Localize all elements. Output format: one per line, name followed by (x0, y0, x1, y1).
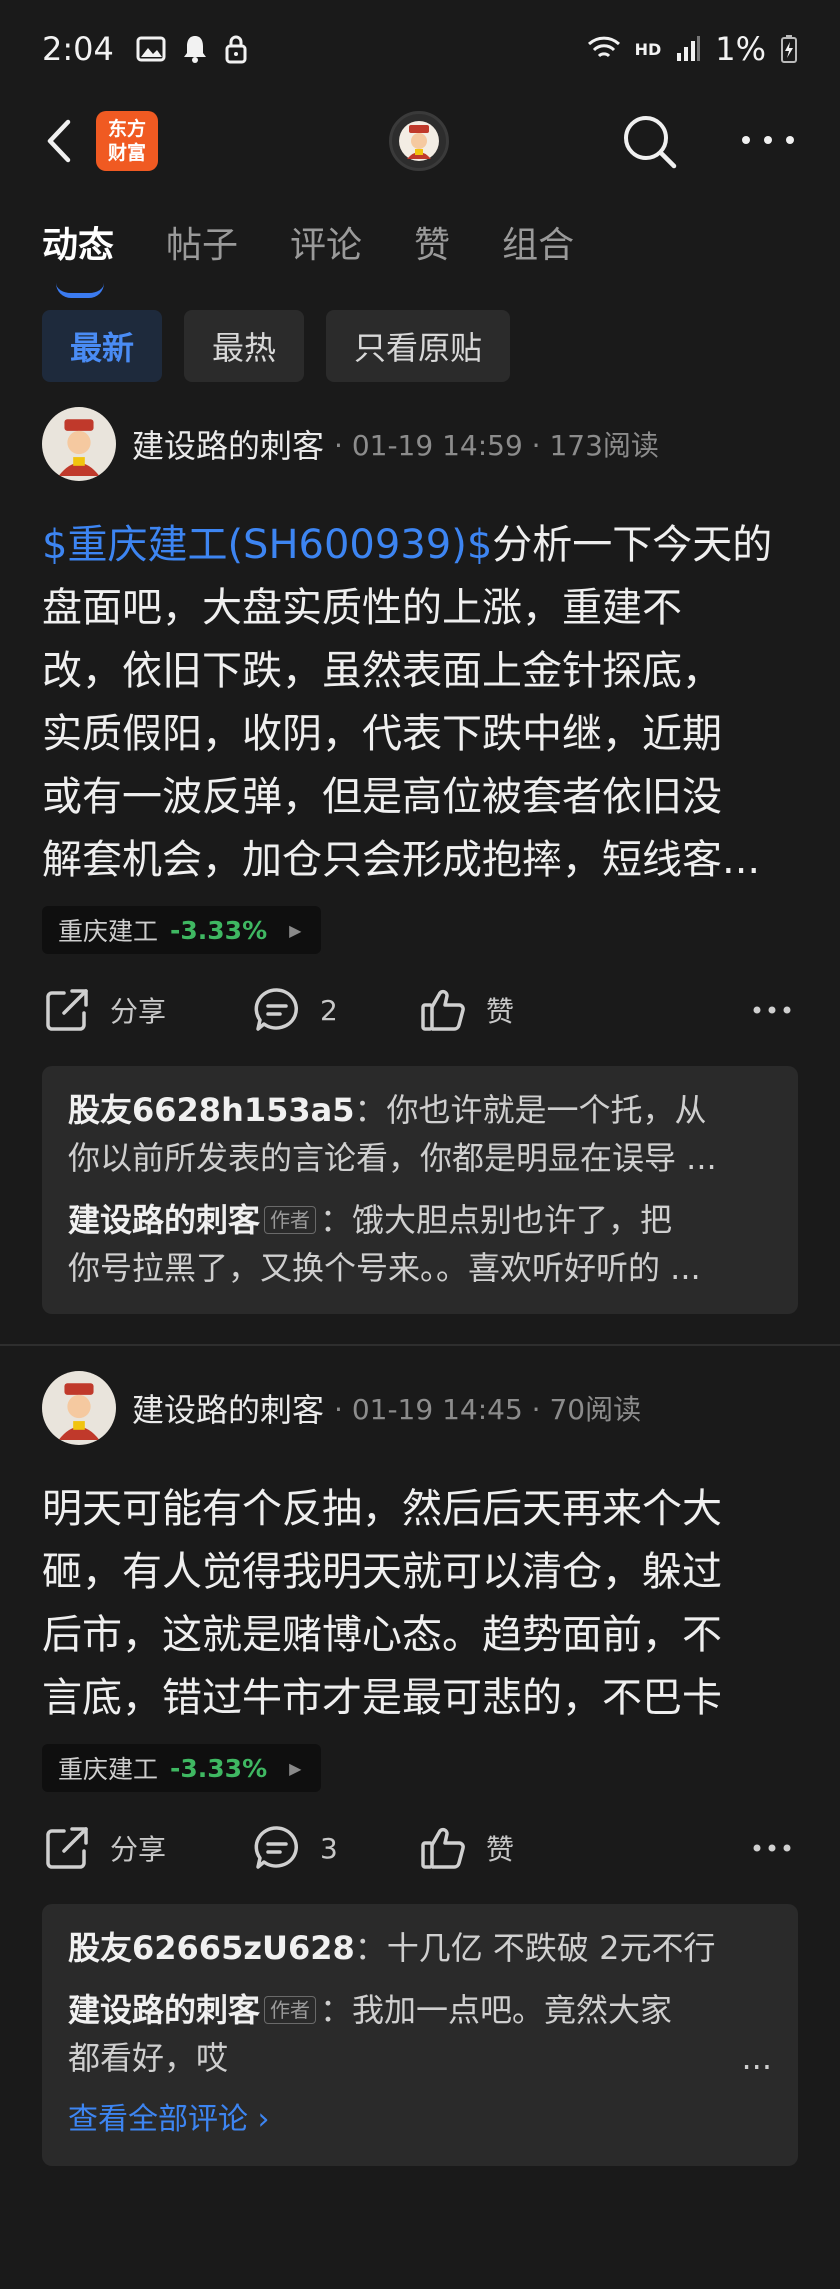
search-icon[interactable] (620, 112, 680, 172)
tab-activity[interactable]: 动态 (42, 216, 114, 298)
comment-button[interactable]: 2 (252, 985, 338, 1035)
avatar[interactable] (42, 407, 116, 481)
post-divider (0, 1344, 840, 1346)
avatar[interactable] (42, 1371, 116, 1445)
stock-tag[interactable]: 重庆建工 -3.33% ▶ (42, 906, 322, 954)
filter-hot[interactable]: 最热 (184, 310, 305, 382)
thumbs-up-icon (421, 1827, 465, 1869)
filter-latest[interactable]: 最新 (42, 310, 163, 382)
post-meta: · 01-19 14:59 · 173阅读 (334, 429, 659, 462)
more-horizontal-icon (753, 1006, 791, 1014)
author-name[interactable]: 建设路的刺客 (132, 421, 324, 467)
gallery-icon (136, 36, 166, 62)
post-card[interactable]: 建设路的刺客 · 01-19 14:59 · 173阅读 $重庆建工(SH600… (0, 402, 840, 1314)
profile-tabs: 动态 帖子 评论 赞 组合 (0, 184, 840, 300)
post-actions: 分享 2 赞 (42, 954, 798, 1066)
stock-tag-change: -3.33% (170, 1753, 268, 1783)
filter-chips: 最新 最热 只看原贴 (0, 310, 840, 382)
share-button[interactable]: 分享 (42, 1823, 166, 1873)
post-more-button[interactable] (752, 1004, 792, 1016)
post-header: 建设路的刺客 · 01-19 14:45 · 70阅读 (42, 1366, 798, 1450)
fortune-god-avatar-icon (58, 1383, 100, 1440)
comment-item[interactable]: 建设路的刺客 作者 ：我加一点吧。竟然大家 都看好，哎 ... (68, 1986, 772, 2082)
stock-tag-name: 重庆建工 (58, 1755, 159, 1784)
like-button[interactable]: 赞 (418, 985, 514, 1035)
author-name[interactable]: 建设路的刺客 (132, 1385, 324, 1431)
like-button[interactable]: 赞 (418, 1823, 514, 1873)
commenter-name[interactable]: 股友62665zU628 (68, 1929, 355, 1967)
filter-original-only[interactable]: 只看原贴 (326, 310, 511, 382)
comment-truncation: ... (741, 2039, 772, 2077)
commenter-name[interactable]: 建设路的刺客 (68, 1201, 260, 1239)
profile-avatar[interactable] (389, 111, 449, 171)
comment-item[interactable]: 建设路的刺客 作者 ：饿大胆点别也许了，把 你号拉黑了，又换个号来。。喜欢听好听的 … (68, 1196, 772, 1292)
notification-bell-icon (183, 36, 206, 63)
share-button[interactable]: 分享 (42, 985, 166, 1035)
stock-tag-change: -3.33% (170, 915, 268, 945)
post-header: 建设路的刺客 · 01-19 14:59 · 173阅读 (42, 402, 798, 486)
post-content[interactable]: 明天可能有个反抽，然后后天再来个大 砸，有人觉得我明天就可以清仓，躲过 后市，这… (42, 1478, 798, 1730)
status-bar: 2:04 HD 1% (0, 0, 840, 98)
post-content[interactable]: $重庆建工(SH600939)$分析一下今天的 盘面吧，大盘实质性的上涨，重建不… (42, 514, 798, 892)
author-badge: 作者 (264, 1206, 317, 1234)
tab-posts[interactable]: 帖子 (166, 216, 238, 268)
status-time: 2:04 (42, 30, 114, 68)
commenter-name[interactable]: 建设路的刺客 (68, 1991, 260, 2029)
post-more-button[interactable] (752, 1842, 792, 1854)
author-badge: 作者 (264, 1996, 317, 2024)
stock-tag[interactable]: 重庆建工 -3.33% ▶ (42, 1744, 322, 1792)
post-card[interactable]: 建设路的刺客 · 01-19 14:45 · 70阅读 明天可能有个反抽，然后后… (0, 1366, 840, 2166)
tab-comments[interactable]: 评论 (290, 216, 362, 268)
wifi-icon (587, 36, 620, 58)
play-arrow-icon: ▶ (289, 1758, 302, 1778)
battery-charging-icon (781, 35, 797, 63)
comment-button[interactable]: 3 (252, 1823, 338, 1873)
tab-portfolio[interactable]: 组合 (502, 216, 574, 268)
post-actions: 分享 3 赞 (42, 1792, 798, 1904)
comment-icon (254, 1826, 298, 1869)
stock-tag-name: 重庆建工 (58, 917, 159, 946)
commenter-name[interactable]: 股友6628h153a5 (68, 1091, 355, 1129)
view-all-comments-link[interactable]: 查看全部评论 › (68, 2096, 772, 2144)
thumbs-up-icon (421, 989, 465, 1031)
comment-item[interactable]: 股友62665zU628：十几亿 不跌破 2元不行 (68, 1924, 772, 1972)
more-horizontal-icon (753, 1844, 791, 1852)
hd-indicator: HD (634, 39, 662, 59)
post-meta: · 01-19 14:45 · 70阅读 (334, 1393, 642, 1426)
nav-bar: 东方 财富 (0, 98, 840, 184)
play-arrow-icon: ▶ (289, 920, 302, 940)
app-logo[interactable]: 东方 财富 (96, 111, 158, 171)
lock-icon (225, 35, 247, 64)
share-icon (46, 989, 88, 1031)
comment-icon (254, 988, 298, 1031)
back-arrow-icon[interactable] (40, 116, 80, 166)
more-options-icon[interactable] (740, 132, 796, 148)
fortune-god-avatar-icon (399, 121, 439, 161)
battery-level: 1% (715, 30, 766, 68)
stock-link[interactable]: $重庆建工(SH600939)$ (42, 522, 492, 568)
share-icon (46, 1827, 88, 1869)
signal-icon (677, 36, 701, 61)
comment-preview[interactable]: 股友6628h153a5：你也许就是一个托，从 你以前所发表的言论看，你都是明显… (42, 1066, 798, 1314)
fortune-god-avatar-icon (58, 419, 100, 476)
tab-likes[interactable]: 赞 (414, 216, 450, 268)
comment-item[interactable]: 股友6628h153a5：你也许就是一个托，从 你以前所发表的言论看，你都是明显… (68, 1086, 772, 1182)
comment-preview[interactable]: 股友62665zU628：十几亿 不跌破 2元不行 建设路的刺客 作者 ：我加一点吧… (42, 1904, 798, 2166)
